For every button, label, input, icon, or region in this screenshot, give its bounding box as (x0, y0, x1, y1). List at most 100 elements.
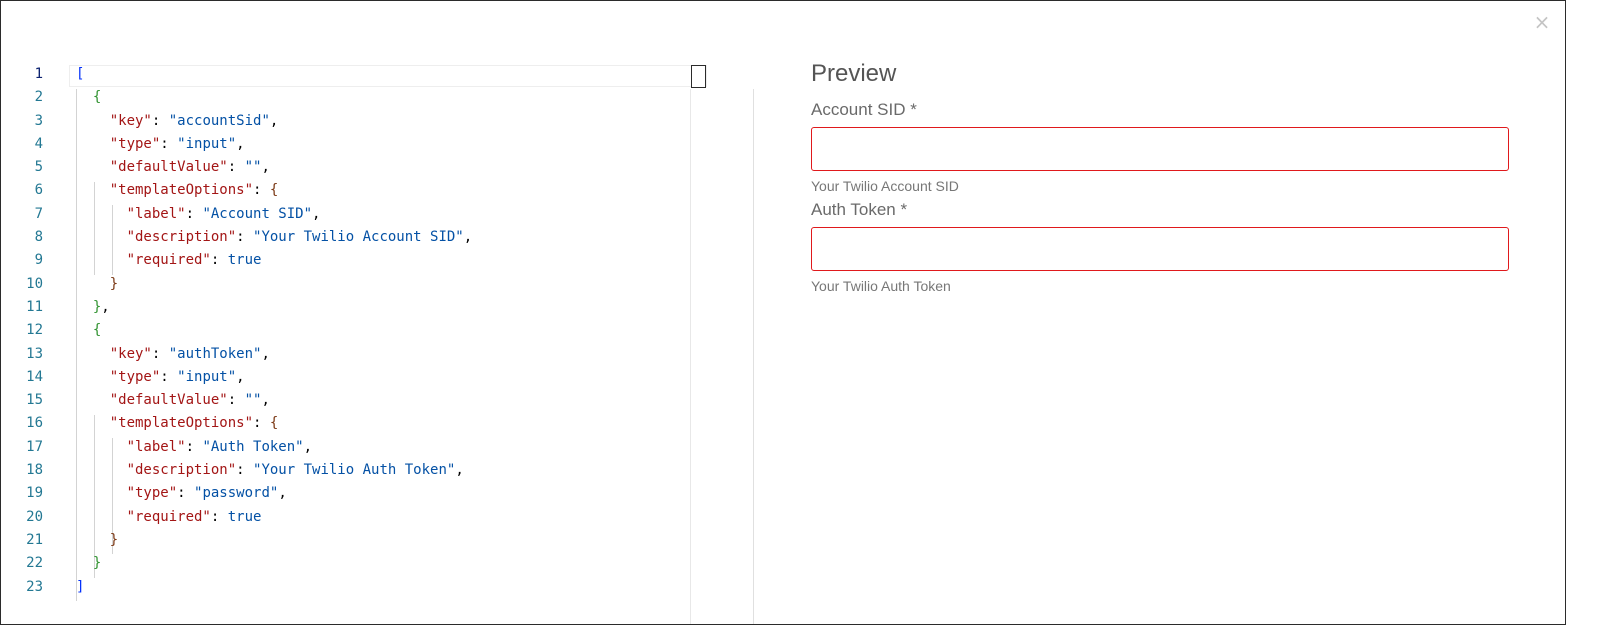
code-token: "description" (126, 462, 237, 479)
code-token: true (227, 508, 262, 525)
line-number: 12 (26, 322, 43, 339)
code-token: , (236, 368, 245, 385)
account-sid-input[interactable] (811, 127, 1509, 171)
code-content[interactable]: [ { "key": "accountSid", "type": "input"… (76, 63, 472, 599)
code-token: "label" (126, 205, 186, 222)
line-number: 13 (26, 345, 43, 362)
code-line: }, (76, 296, 472, 319)
code-token: "key" (109, 345, 152, 362)
code-token: "defaultValue" (109, 159, 228, 176)
line-number: 19 (26, 485, 43, 502)
minimap-slider[interactable] (691, 65, 706, 88)
code-token: "Auth Token" (202, 438, 304, 455)
auth-token-input[interactable] (811, 227, 1509, 271)
code-token: "accountSid" (168, 112, 270, 129)
code-token: { (92, 89, 102, 106)
line-number: 2 (34, 89, 43, 106)
code-line: { (76, 319, 472, 342)
line-number: 20 (26, 508, 43, 525)
code-line: } (76, 529, 472, 552)
line-number: 8 (34, 229, 43, 246)
code-line: "description": "Your Twilio Auth Token", (76, 459, 472, 482)
code-token: { (92, 322, 102, 339)
code-line: "type": "password", (76, 482, 472, 505)
vertical-scrollbar[interactable] (690, 89, 691, 624)
code-line: "label": "Auth Token", (76, 436, 472, 459)
code-token: : (185, 205, 203, 222)
code-token: "" (244, 159, 262, 176)
code-token: : (160, 135, 178, 152)
code-line: "templateOptions": { (76, 412, 472, 435)
line-number: 4 (34, 135, 43, 152)
code-line: "type": "input", (76, 366, 472, 389)
code-token: "input" (177, 135, 237, 152)
code-token: , (236, 135, 245, 152)
code-token: , (455, 462, 464, 479)
code-token: "description" (126, 229, 237, 246)
code-token: , (269, 112, 279, 129)
code-line: } (76, 552, 472, 575)
code-token: : (177, 485, 195, 502)
line-number: 11 (26, 298, 43, 315)
code-token: : (151, 112, 169, 129)
line-number: 16 (26, 415, 43, 432)
code-token: "password" (194, 485, 279, 502)
close-icon[interactable]: × (1531, 11, 1553, 33)
code-token: "key" (109, 112, 152, 129)
code-token: } (109, 275, 119, 292)
preview-pane: Preview Account SID * Your Twilio Accoun… (811, 57, 1509, 295)
auth-token-label: Auth Token * (811, 200, 908, 219)
code-line: [ (76, 63, 472, 86)
code-token: : (236, 229, 254, 246)
code-line: "key": "accountSid", (76, 110, 472, 133)
code-line: "required": true (76, 249, 472, 272)
code-token: , (101, 298, 110, 315)
dialog: × 1 2 3 4 5 6 7 8 9 10 11 12 13 14 15 16 17 18 19 20 21 22 23 … (0, 0, 1566, 625)
code-token: "type" (109, 368, 161, 385)
line-number: 3 (34, 112, 43, 129)
code-line: "description": "Your Twilio Account SID"… (76, 226, 473, 249)
code-token: "Account SID" (202, 205, 313, 222)
code-line: "key": "authToken", (76, 343, 472, 366)
code-line: "type": "input", (76, 133, 472, 156)
code-token: : (253, 415, 270, 432)
code-token: true (227, 252, 262, 269)
code-line: "defaultValue": "", (76, 156, 472, 179)
code-token: "templateOptions" (109, 415, 254, 432)
code-editor[interactable]: 1 2 3 4 5 6 7 8 9 10 11 12 13 14 15 16 17 18 19 20 21 22 23 [ … (1, 63, 707, 623)
code-token: "required" (126, 508, 211, 525)
code-token: , (278, 485, 287, 502)
code-token: , (312, 205, 321, 222)
line-number: 15 (26, 392, 43, 409)
code-token: , (463, 229, 473, 246)
preview-title: Preview (811, 60, 897, 87)
code-token: } (109, 531, 119, 548)
line-number: 1 (34, 66, 43, 82)
code-line: "templateOptions": { (76, 179, 472, 202)
code-token: "templateOptions" (109, 182, 254, 199)
auth-token-help: Your Twilio Auth Token (811, 278, 951, 294)
code-token: { (269, 182, 279, 199)
code-token: , (261, 392, 270, 409)
code-token: : (253, 182, 270, 199)
code-token: } (92, 555, 102, 572)
code-token: : (227, 392, 245, 409)
code-token: "required" (126, 252, 211, 269)
